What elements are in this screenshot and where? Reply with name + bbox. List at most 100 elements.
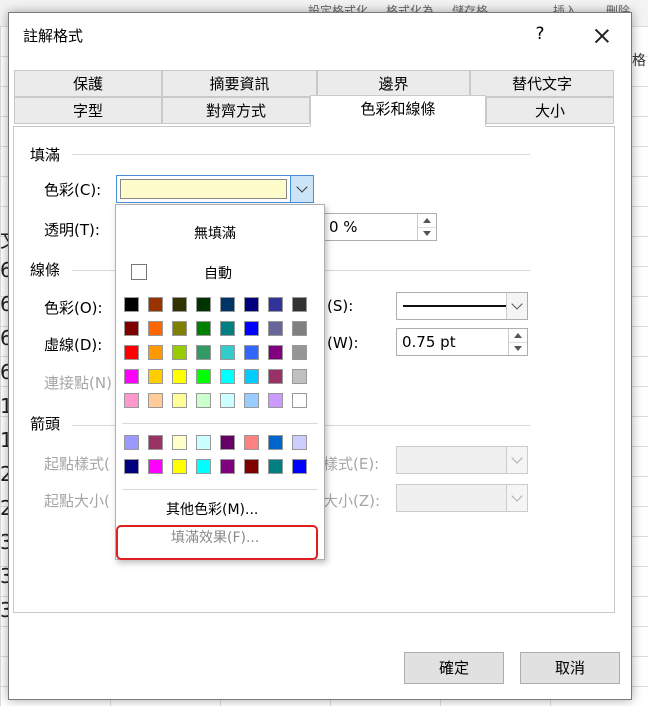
color-swatch[interactable] (292, 369, 307, 384)
tab-colors-and-lines[interactable]: 色彩和線條 (310, 95, 486, 127)
color-swatch[interactable] (196, 297, 211, 312)
color-swatch[interactable] (124, 369, 139, 384)
transparency-label: 透明(T): (44, 221, 100, 239)
color-swatch[interactable] (244, 321, 259, 336)
tab-font[interactable]: 字型 (14, 97, 162, 124)
color-swatch[interactable] (172, 321, 187, 336)
transparency-spinner[interactable]: 0 % (323, 213, 437, 241)
fill-color-dropdown[interactable] (116, 175, 314, 203)
no-fill-option[interactable]: 無填滿 (194, 223, 236, 243)
color-swatch[interactable] (244, 435, 259, 450)
color-swatch[interactable] (220, 393, 235, 408)
spin-up-icon[interactable] (418, 214, 436, 227)
close-icon[interactable] (587, 21, 617, 51)
end-style-label: 樣式(E): (323, 455, 380, 473)
tab-size[interactable]: 大小 (486, 97, 614, 124)
line-weight-spinner[interactable]: 0.75 pt (396, 328, 528, 356)
color-swatch[interactable] (148, 435, 163, 450)
color-swatch[interactable] (124, 393, 139, 408)
color-swatch[interactable] (220, 345, 235, 360)
color-swatch[interactable] (196, 369, 211, 384)
line-style-select[interactable] (396, 292, 528, 320)
tab-margins[interactable]: 邊界 (317, 70, 470, 97)
end-size-label: 大小(Z): (323, 492, 381, 510)
color-swatch[interactable] (172, 459, 187, 474)
line-color-label: 色彩(O): (44, 299, 103, 317)
color-swatch[interactable] (220, 459, 235, 474)
spin-down-icon[interactable] (418, 227, 436, 240)
color-swatch[interactable] (268, 345, 283, 360)
color-swatch[interactable] (220, 297, 235, 312)
color-swatch[interactable] (220, 435, 235, 450)
color-swatch[interactable] (244, 345, 259, 360)
fill-separator (72, 154, 530, 155)
color-swatch[interactable] (148, 393, 163, 408)
color-swatch[interactable] (196, 459, 211, 474)
color-swatch[interactable] (268, 321, 283, 336)
color-swatch[interactable] (148, 369, 163, 384)
color-swatch[interactable] (172, 435, 187, 450)
color-swatch[interactable] (148, 321, 163, 336)
line-style-label: (S): (327, 297, 354, 315)
color-swatch[interactable] (172, 297, 187, 312)
tab-alt-text[interactable]: 替代文字 (470, 70, 614, 97)
palette-separator-2 (122, 489, 318, 490)
spin-up-icon[interactable] (509, 329, 527, 342)
color-swatch[interactable] (148, 297, 163, 312)
spin-down-icon[interactable] (509, 342, 527, 355)
color-swatch[interactable] (172, 345, 187, 360)
color-swatch[interactable] (244, 297, 259, 312)
end-size-select[interactable] (396, 484, 528, 512)
chevron-down-icon[interactable] (290, 176, 313, 202)
color-swatch[interactable] (172, 369, 187, 384)
color-swatch[interactable] (196, 435, 211, 450)
chevron-down-icon[interactable] (506, 485, 527, 511)
cancel-button[interactable]: 取消 (520, 652, 620, 684)
line-weight-label: (W): (327, 334, 359, 352)
tab-protection[interactable]: 保護 (14, 70, 162, 97)
color-swatch[interactable] (268, 369, 283, 384)
color-swatch[interactable] (196, 345, 211, 360)
color-swatch[interactable] (148, 345, 163, 360)
color-swatch[interactable] (268, 435, 283, 450)
end-style-select[interactable] (396, 446, 528, 474)
tab-alignment[interactable]: 對齊方式 (162, 97, 310, 124)
help-button[interactable]: ? (527, 21, 553, 47)
color-swatch[interactable] (292, 297, 307, 312)
color-swatch[interactable] (124, 321, 139, 336)
color-swatch[interactable] (292, 321, 307, 336)
chevron-down-icon[interactable] (506, 447, 527, 473)
color-swatch[interactable] (244, 459, 259, 474)
more-colors-option[interactable]: 其他色彩(M)... (166, 499, 258, 519)
color-swatch[interactable] (196, 393, 211, 408)
begin-style-label: 起點樣式( (44, 455, 110, 473)
color-swatch[interactable] (124, 459, 139, 474)
fill-effects-option[interactable]: 填滿效果(F)... (171, 527, 259, 547)
automatic-option[interactable]: 自動 (204, 263, 232, 283)
automatic-checkbox[interactable] (131, 264, 147, 280)
begin-size-label: 起點大小( (44, 492, 110, 510)
color-swatch[interactable] (244, 369, 259, 384)
color-swatch[interactable] (172, 393, 187, 408)
line-section-title: 線條 (30, 261, 61, 279)
color-swatch[interactable] (268, 459, 283, 474)
color-swatch[interactable] (124, 345, 139, 360)
color-swatch[interactable] (292, 345, 307, 360)
color-swatch[interactable] (220, 369, 235, 384)
color-swatch[interactable] (268, 393, 283, 408)
color-swatch[interactable] (292, 435, 307, 450)
color-swatch[interactable] (124, 297, 139, 312)
ok-button[interactable]: 確定 (404, 652, 504, 684)
color-swatch[interactable] (124, 435, 139, 450)
color-swatch[interactable] (196, 321, 211, 336)
tab-summary[interactable]: 摘要資訊 (162, 70, 317, 97)
color-swatch[interactable] (244, 393, 259, 408)
connector-label: 連接點(N) (44, 374, 112, 392)
color-swatch[interactable] (220, 321, 235, 336)
color-swatch[interactable] (268, 297, 283, 312)
color-swatch[interactable] (292, 459, 307, 474)
color-swatch[interactable] (292, 393, 307, 408)
color-swatch[interactable] (148, 459, 163, 474)
arrows-section-title: 箭頭 (30, 415, 61, 433)
chevron-down-icon[interactable] (506, 293, 527, 319)
